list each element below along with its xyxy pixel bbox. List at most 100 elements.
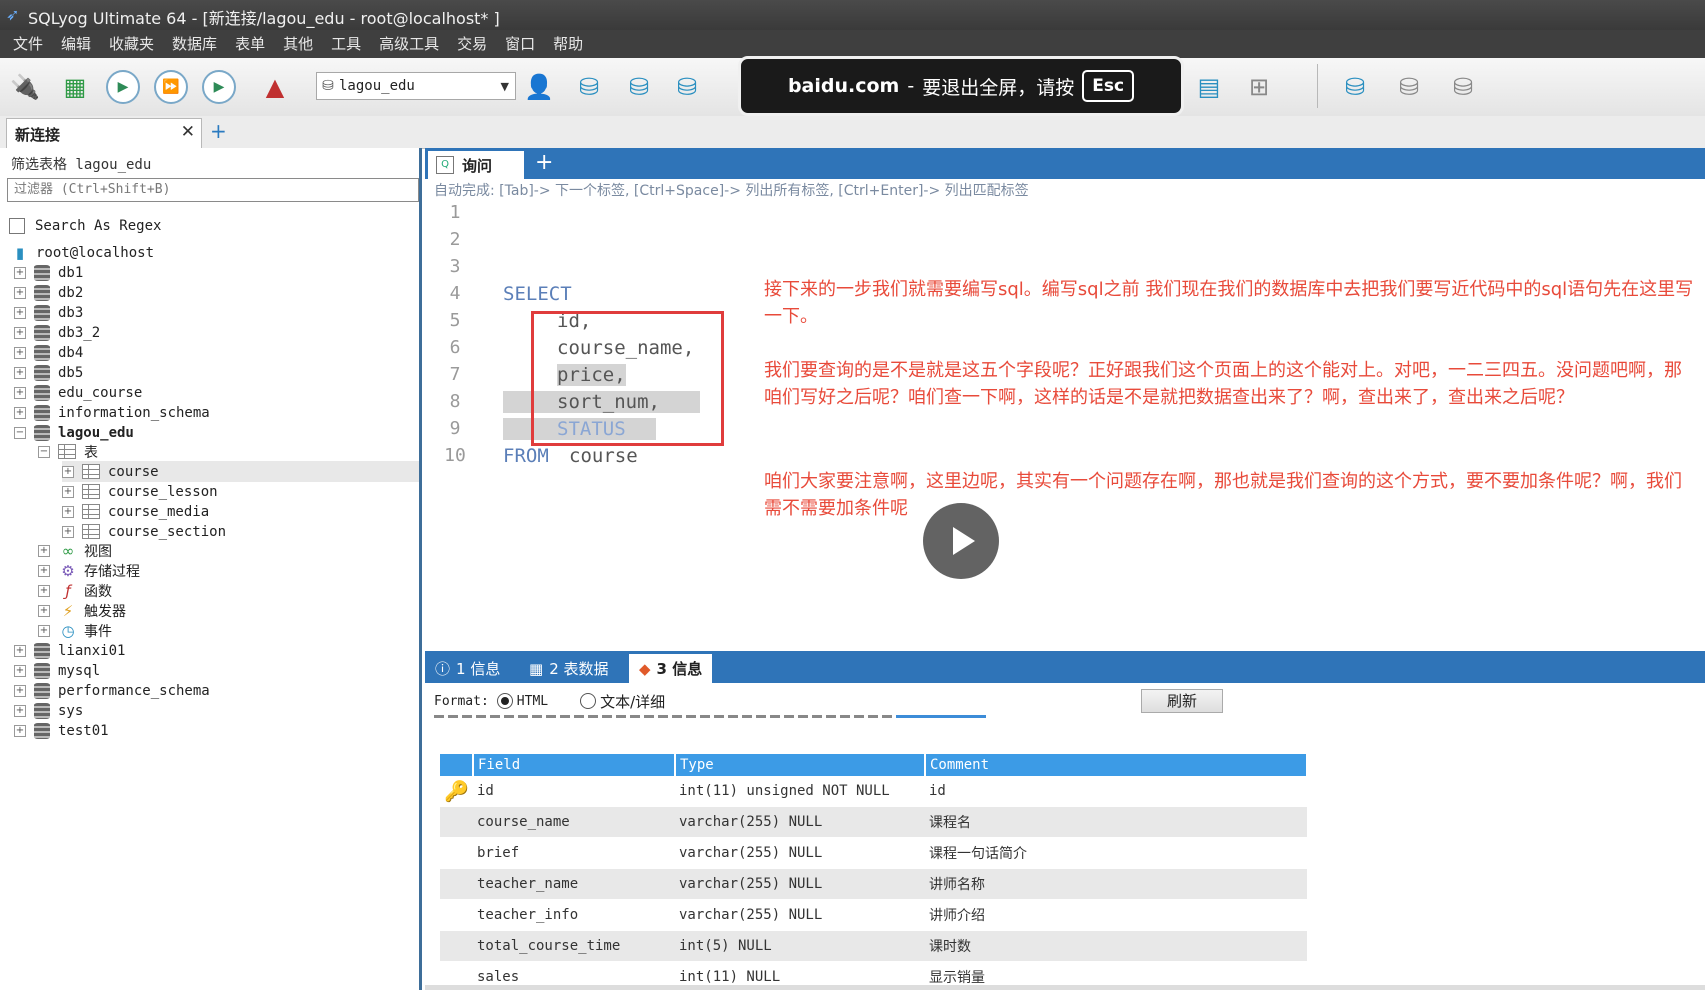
expand-icon[interactable]: +: [14, 306, 26, 319]
expand-icon[interactable]: +: [62, 485, 74, 498]
tree-db[interactable]: + db3_2: [14, 322, 100, 343]
tree-procedures-folder[interactable]: + ⚙ 存储过程: [38, 560, 140, 581]
radio-html[interactable]: [496, 693, 513, 709]
tree-db[interactable]: + db1: [14, 262, 83, 283]
schema-designer-icon[interactable]: ▲: [256, 68, 294, 106]
radio-text[interactable]: [580, 693, 597, 709]
tab-query[interactable]: Q 询问: [428, 151, 524, 179]
tree-table[interactable]: + course_lesson: [62, 481, 218, 502]
expand-icon[interactable]: +: [14, 684, 26, 697]
collapse-icon[interactable]: −: [38, 445, 50, 458]
backup-database-icon[interactable]: ⛁: [620, 68, 658, 106]
menu-window[interactable]: 窗口: [496, 30, 544, 58]
format-text-option[interactable]: 文本/详细: [580, 691, 665, 712]
expand-icon[interactable]: +: [62, 505, 74, 518]
horizontal-scrollbar[interactable]: [425, 985, 1705, 990]
tree-db-active[interactable]: − lagou_edu: [14, 422, 134, 443]
menu-favorites[interactable]: 收藏夹: [100, 30, 163, 58]
tree-db[interactable]: + mysql: [14, 660, 100, 681]
menu-help[interactable]: 帮助: [544, 30, 592, 58]
line-number: 3: [449, 256, 461, 277]
database-icon: [34, 284, 50, 301]
format-html-option[interactable]: HTML: [496, 693, 548, 709]
user-manager-icon[interactable]: 👤: [520, 68, 558, 106]
import-data-icon[interactable]: ⛁: [1336, 68, 1374, 106]
menu-database[interactable]: 数据库: [163, 30, 226, 58]
regex-option[interactable]: Search As Regex: [9, 218, 161, 234]
expand-icon[interactable]: +: [14, 286, 26, 299]
execute-all-button[interactable]: ⏩: [152, 68, 190, 106]
restore-database-icon[interactable]: ⛁: [668, 68, 706, 106]
expand-icon[interactable]: +: [62, 465, 74, 478]
tree-table[interactable]: + course_media: [62, 501, 209, 522]
new-connection-icon[interactable]: 🔌: [6, 68, 44, 106]
tree-db-label: db2: [58, 284, 84, 301]
tree-db[interactable]: + db4: [14, 342, 83, 363]
data-sync-icon[interactable]: ⛁: [1444, 68, 1482, 106]
tree-root[interactable]: ▮ root@localhost: [10, 242, 154, 263]
tab-messages[interactable]: ⓘ 1 信息: [435, 654, 500, 683]
add-connection-tab-button[interactable]: +: [210, 119, 227, 143]
expand-icon[interactable]: +: [14, 406, 26, 419]
table-header-row: Field Type Comment: [440, 754, 1308, 776]
expand-icon[interactable]: +: [38, 624, 50, 637]
tree-table[interactable]: + course_section: [62, 521, 226, 542]
filter-input[interactable]: 过滤器 (Ctrl+Shift+B): [7, 178, 419, 202]
schema-sync-icon[interactable]: ▤: [1190, 68, 1228, 106]
expand-icon[interactable]: +: [14, 346, 26, 359]
tree-tables-folder[interactable]: − 表: [38, 441, 98, 462]
expand-icon[interactable]: +: [62, 525, 74, 538]
play-icon[interactable]: [923, 503, 999, 579]
collapse-icon[interactable]: −: [14, 426, 26, 439]
menu-tools[interactable]: 工具: [322, 30, 370, 58]
expand-icon[interactable]: +: [14, 366, 26, 379]
expand-icon[interactable]: +: [38, 584, 50, 597]
expand-icon[interactable]: +: [14, 704, 26, 717]
expand-icon[interactable]: +: [38, 564, 50, 577]
expand-icon[interactable]: +: [14, 266, 26, 279]
add-query-tab-button[interactable]: +: [535, 150, 553, 175]
new-query-icon[interactable]: ▦: [56, 68, 94, 106]
menu-file[interactable]: 文件: [0, 30, 52, 58]
close-icon[interactable]: ✕: [181, 122, 195, 142]
tree-db[interactable]: + sys: [14, 700, 83, 721]
expand-icon[interactable]: +: [14, 326, 26, 339]
create-database-icon[interactable]: ⛁: [570, 68, 608, 106]
expand-icon[interactable]: +: [38, 544, 50, 557]
expand-icon[interactable]: +: [14, 386, 26, 399]
tab-table-data[interactable]: ▦ 2 表数据: [529, 654, 609, 683]
execute-query-button[interactable]: ▶: [104, 68, 142, 106]
export-data-icon[interactable]: ⛁: [1390, 68, 1428, 106]
tree-db[interactable]: + information_schema: [14, 402, 210, 423]
tree-db[interactable]: + edu_course: [14, 382, 142, 403]
tab-info[interactable]: ◆ 3 信息: [629, 654, 713, 683]
menu-transaction[interactable]: 交易: [448, 30, 496, 58]
execute-edit-button[interactable]: ▶: [200, 68, 238, 106]
tree-triggers-folder[interactable]: + ⚡ 触发器: [38, 600, 126, 621]
tree-db[interactable]: + test01: [14, 720, 109, 741]
expand-icon[interactable]: +: [14, 644, 26, 657]
database-select[interactable]: ⛁ lagou_edu ▼: [316, 72, 516, 100]
regex-checkbox[interactable]: [9, 218, 25, 234]
menu-table[interactable]: 表单: [226, 30, 274, 58]
connection-tab[interactable]: 新连接 ✕: [6, 118, 202, 148]
menu-other[interactable]: 其他: [274, 30, 322, 58]
tree-events-folder[interactable]: + ◷ 事件: [38, 620, 112, 641]
menu-advanced-tools[interactable]: 高级工具: [370, 30, 448, 58]
tree-db-label: db1: [58, 264, 84, 281]
tree-db[interactable]: + lianxi01: [14, 640, 125, 661]
tree-db[interactable]: + db5: [14, 362, 83, 383]
tree-views-folder[interactable]: + ∞ 视图: [38, 540, 112, 561]
tree-table-selected[interactable]: + course: [62, 461, 419, 482]
tree-db[interactable]: + db3: [14, 302, 83, 323]
expand-icon[interactable]: +: [14, 664, 26, 677]
tree-db[interactable]: + performance_schema: [14, 680, 210, 701]
expand-icon[interactable]: +: [38, 604, 50, 617]
menu-edit[interactable]: 编辑: [52, 30, 100, 58]
tree-functions-folder[interactable]: + ƒ 函数: [38, 580, 112, 601]
visual-data-compare-icon[interactable]: ⊞: [1240, 68, 1278, 106]
tree-db[interactable]: + db2: [14, 282, 83, 303]
fullscreen-separator: -: [907, 75, 915, 97]
expand-icon[interactable]: +: [14, 724, 26, 737]
refresh-button[interactable]: 刷新: [1141, 689, 1223, 713]
